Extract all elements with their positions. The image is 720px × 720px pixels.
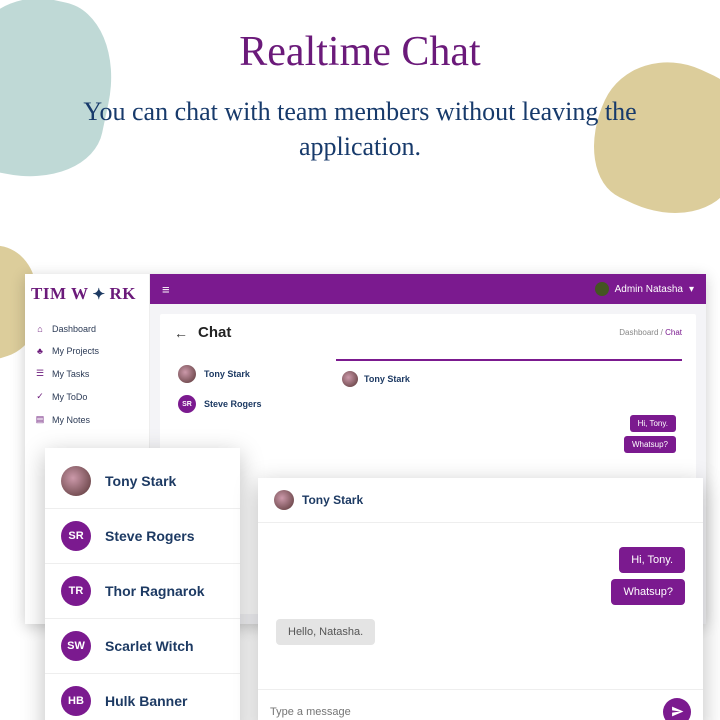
sidebar-item-notes[interactable]: ▤ My Notes	[25, 408, 149, 431]
hero-title: Realtime Chat	[0, 28, 720, 76]
avatar	[595, 282, 609, 296]
sidebar-item-label: My Projects	[52, 346, 99, 356]
avatar	[342, 371, 358, 387]
hamburger-icon[interactable]: ≡	[162, 282, 170, 297]
chat-card: Tony Stark Hi, Tony. Whatsup? Hello, Nat…	[258, 478, 703, 720]
logo-text-2: RK	[110, 284, 137, 304]
breadcrumb-root[interactable]: Dashboard	[619, 328, 658, 337]
messages-small: Hi, Tony. Whatsup?	[336, 389, 682, 453]
app-logo: TIM W✦ RK	[25, 274, 149, 314]
breadcrumb: Dashboard / Chat	[619, 328, 682, 337]
app-topbar: ≡ Admin Natasha ▾	[150, 274, 706, 304]
user-name: Admin Natasha	[615, 284, 683, 295]
user-menu[interactable]: Admin Natasha ▾	[595, 282, 694, 296]
avatar: TR	[61, 576, 91, 606]
panel-title: Chat	[198, 324, 231, 341]
contact-row-tony[interactable]: Tony Stark	[45, 454, 240, 508]
avatar: HB	[61, 686, 91, 716]
sidebar-item-tasks[interactable]: ☰ My Tasks	[25, 362, 149, 385]
thread-header: Tony Stark	[336, 369, 682, 389]
logo-text-1: TIM W	[31, 284, 88, 304]
chat-peer-name: Tony Stark	[302, 493, 363, 507]
message-outgoing: Hi, Tony.	[619, 547, 685, 573]
sidebar-item-label: Dashboard	[52, 324, 96, 334]
message-outgoing: Hi, Tony.	[630, 415, 676, 432]
contact-row-thor[interactable]: TR Thor Ragnarok	[45, 563, 240, 618]
sidebar-item-label: My Tasks	[52, 369, 89, 379]
avatar: SW	[61, 631, 91, 661]
tasks-icon: ☰	[35, 368, 45, 379]
notes-icon: ▤	[35, 414, 45, 425]
star-icon: ✦	[92, 285, 105, 304]
contact-row-scarlet[interactable]: SW Scarlet Witch	[45, 618, 240, 673]
message-outgoing: Whatsup?	[624, 436, 676, 453]
sidebar-item-label: My ToDo	[52, 392, 87, 402]
avatar: SR	[61, 521, 91, 551]
avatar	[61, 466, 91, 496]
chat-messages: Hi, Tony. Whatsup? Hello, Natasha.	[258, 523, 703, 689]
chat-composer	[258, 689, 703, 720]
home-icon: ⌂	[35, 324, 45, 334]
sidebar-nav: ⌂ Dashboard ♣ My Projects ☰ My Tasks ✓ My To…	[25, 314, 149, 435]
contact-row[interactable]: Tony Stark	[174, 359, 324, 389]
contact-name: Tony Stark	[204, 369, 250, 379]
contact-name: Scarlet Witch	[105, 638, 194, 654]
chevron-down-icon: ▾	[689, 284, 694, 295]
chat-header: Tony Stark	[258, 478, 703, 523]
user-icon: ♣	[35, 346, 45, 356]
send-icon	[671, 705, 684, 718]
contact-name: Steve Rogers	[204, 399, 262, 409]
contact-name: Hulk Banner	[105, 693, 187, 709]
sidebar-item-dashboard[interactable]: ⌂ Dashboard	[25, 318, 149, 340]
contact-name: Thor Ragnarok	[105, 583, 205, 599]
message-incoming: Hello, Natasha.	[276, 619, 375, 645]
hero-subtitle: You can chat with team members without l…	[80, 94, 640, 164]
contact-row-steve[interactable]: SR Steve Rogers	[45, 508, 240, 563]
send-button[interactable]	[663, 698, 691, 720]
avatar	[178, 365, 196, 383]
thread-name: Tony Stark	[364, 374, 410, 384]
contact-name: Steve Rogers	[105, 528, 194, 544]
breadcrumb-current: Chat	[665, 328, 682, 337]
todo-icon: ✓	[35, 391, 45, 402]
avatar: SR	[178, 395, 196, 413]
sidebar-item-label: My Notes	[52, 415, 90, 425]
sidebar-item-projects[interactable]: ♣ My Projects	[25, 340, 149, 362]
contact-name: Tony Stark	[105, 473, 176, 489]
message-input[interactable]	[270, 706, 653, 718]
panel-header: ← Chat Dashboard / Chat	[174, 324, 682, 341]
sidebar-item-todo[interactable]: ✓ My ToDo	[25, 385, 149, 408]
back-button[interactable]: ←	[174, 325, 188, 341]
message-outgoing: Whatsup?	[611, 579, 685, 605]
contact-row[interactable]: SR Steve Rogers	[174, 389, 324, 419]
avatar	[274, 490, 294, 510]
contacts-card: Tony Stark SR Steve Rogers TR Thor Ragnaro…	[45, 448, 240, 720]
contact-row-hulk[interactable]: HB Hulk Banner	[45, 673, 240, 720]
